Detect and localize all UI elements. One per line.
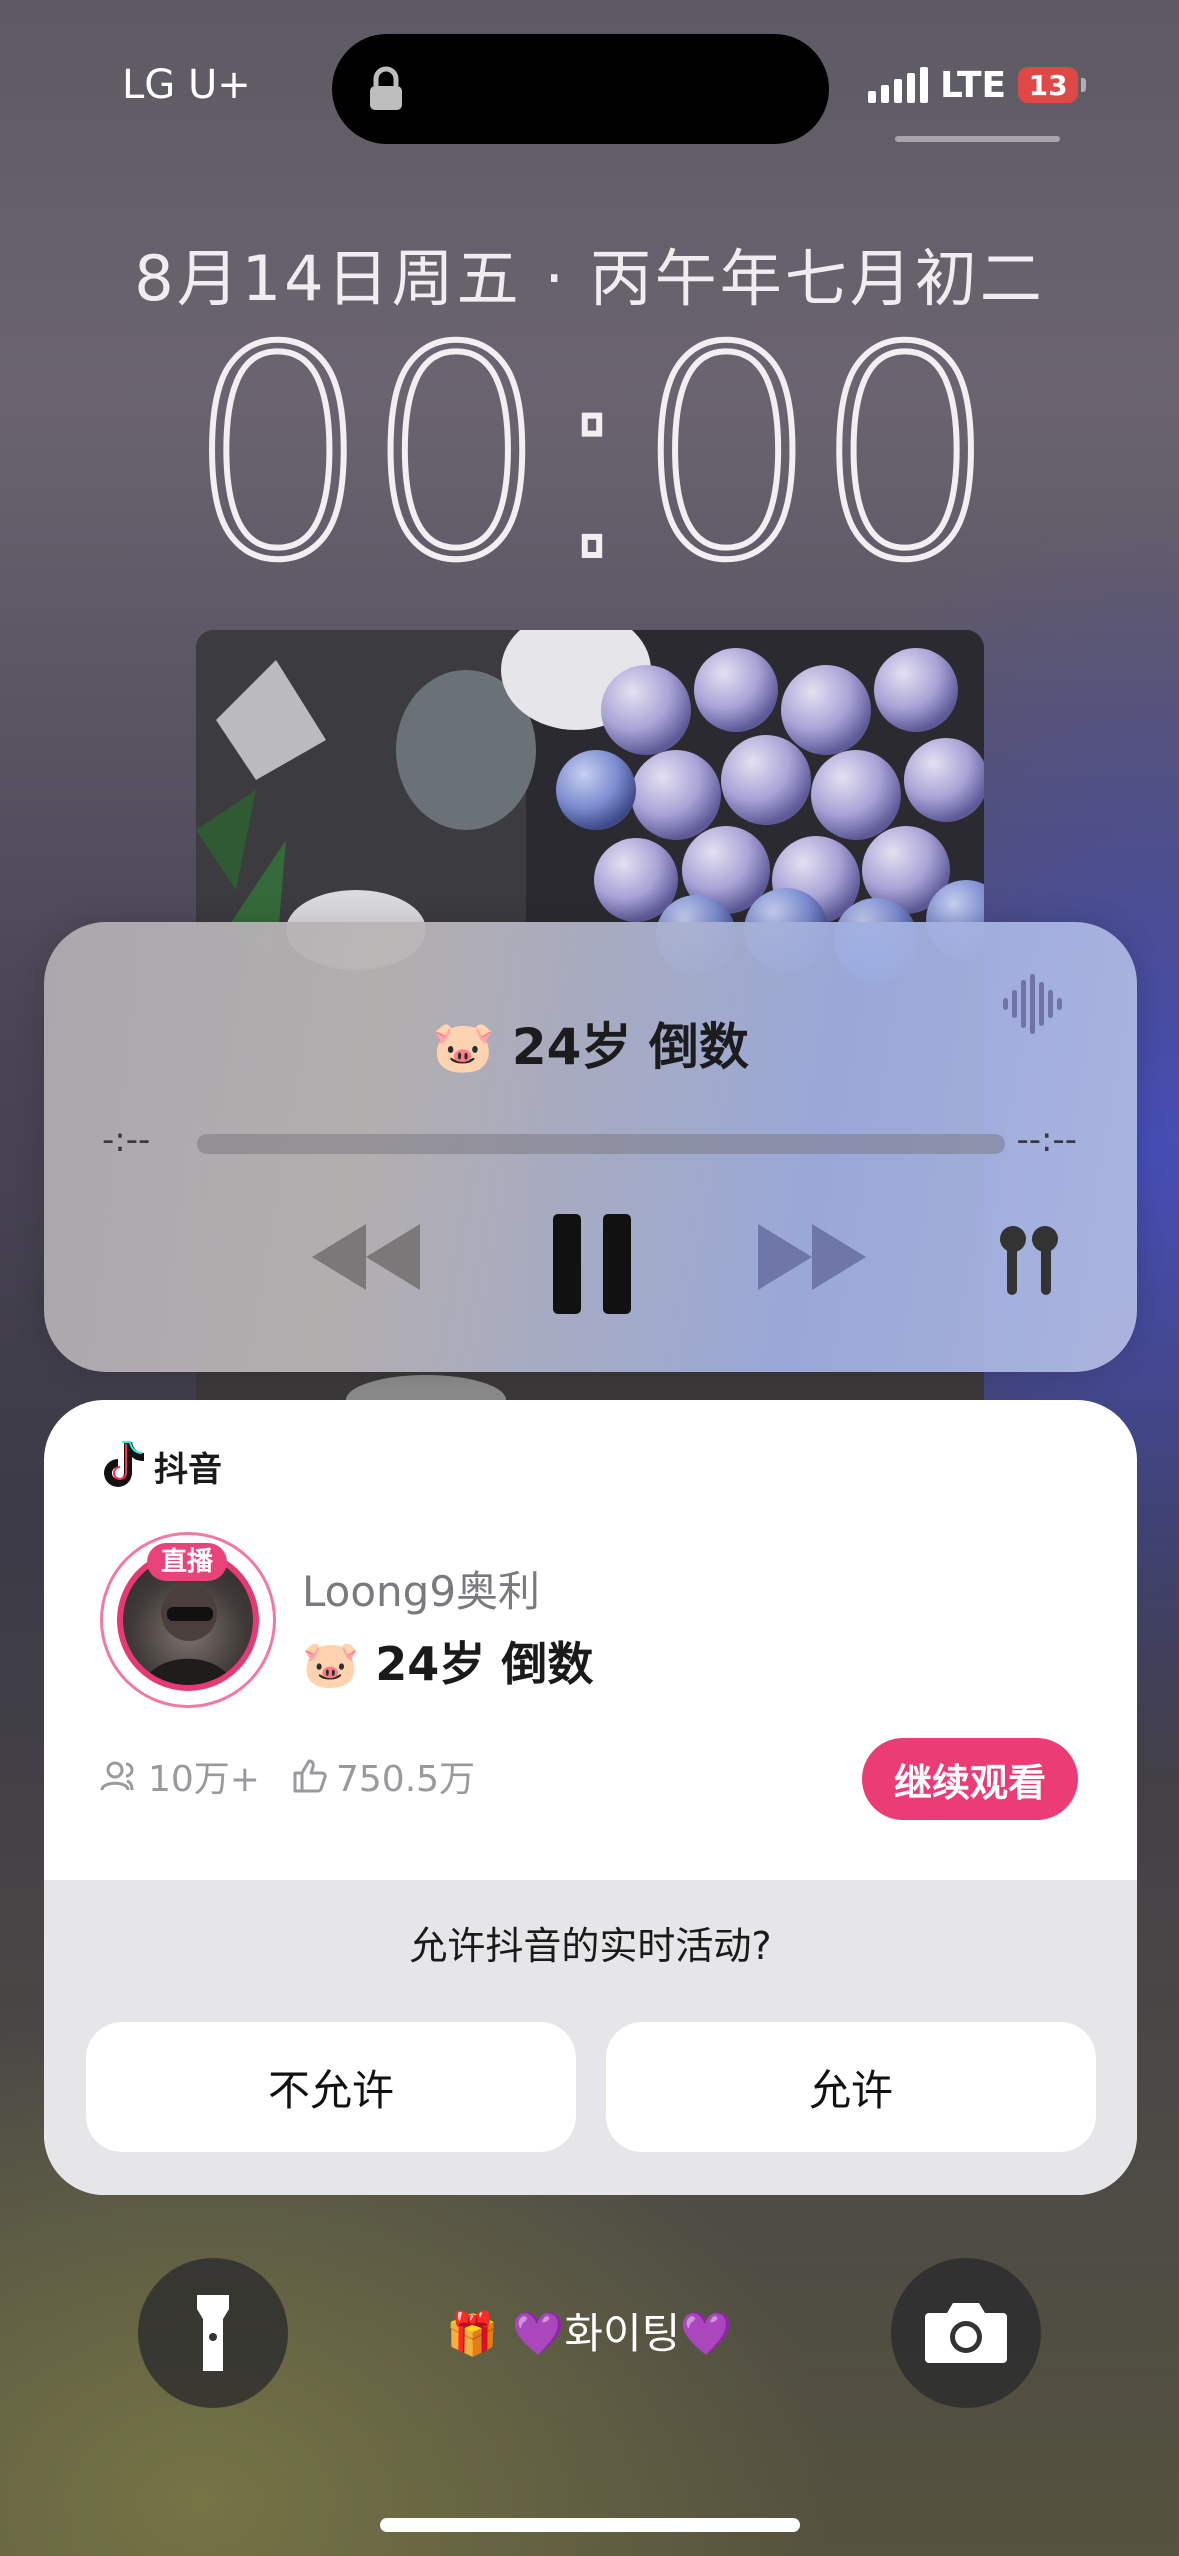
permission-prompt: 允许抖音的实时活动? xyxy=(409,1924,772,1968)
live-activity-card: 抖音 直播 Loong9奥利 🐷 24岁 倒数 10万+ 750.5万 继续观看… xyxy=(44,1400,1137,2195)
rewind-icon xyxy=(312,1224,420,1290)
lock-icon xyxy=(370,66,402,110)
lock-date: 8月14日周五 · 丙午年七月初二 xyxy=(134,242,1045,315)
signal-icon xyxy=(868,67,928,103)
camera-icon xyxy=(925,2303,1007,2363)
airplay-button[interactable] xyxy=(994,1224,1064,1304)
allow-button[interactable]: 允许 xyxy=(606,2022,1096,2152)
viewers-icon xyxy=(100,1761,134,1791)
continue-watching-button[interactable]: 继续观看 xyxy=(862,1738,1078,1820)
airpods-icon xyxy=(1000,1226,1058,1295)
streamer-name: Loong9奥利 xyxy=(302,1567,541,1616)
clock-text: 00:00 xyxy=(186,330,992,590)
app-name: 抖音 xyxy=(154,1450,222,1490)
remaining-time: --:-- xyxy=(1016,1120,1077,1160)
viewers-count: 10万+ xyxy=(148,1759,260,1800)
progress-track[interactable] xyxy=(197,1134,1005,1154)
likes-count: 750.5万 xyxy=(336,1759,476,1800)
network-label: LTE xyxy=(940,64,1007,106)
live-badge: 直播 xyxy=(147,1543,227,1581)
likes-stat: 750.5万 xyxy=(292,1750,475,1802)
carrier-label: LG U+ xyxy=(122,62,251,108)
pause-icon xyxy=(553,1214,631,1314)
forward-icon xyxy=(758,1224,866,1290)
lock-clock: 00:00 xyxy=(183,330,1001,590)
status-indicators: LTE 13 xyxy=(868,60,1087,110)
streamer-avatar[interactable]: 直播 xyxy=(100,1532,276,1708)
battery-level: 13 xyxy=(1028,68,1068,102)
deny-button[interactable]: 不允许 xyxy=(86,2022,576,2152)
forward-button[interactable] xyxy=(758,1222,868,1292)
pause-button[interactable] xyxy=(552,1214,632,1314)
camera-button[interactable] xyxy=(891,2258,1041,2408)
tiktok-icon xyxy=(104,1441,144,1487)
status-underline xyxy=(895,136,1060,142)
track-title: 🐷 24岁 倒数 xyxy=(432,1018,749,1076)
battery-icon: 13 xyxy=(1018,67,1087,103)
elapsed-time: -:-- xyxy=(102,1120,151,1160)
likes-icon xyxy=(293,1759,327,1793)
home-indicator[interactable] xyxy=(380,2518,800,2532)
viewers-stat: 10万+ xyxy=(100,1750,260,1802)
rewind-button[interactable] xyxy=(312,1222,422,1292)
now-playing-widget: 🐷 24岁 倒数 -:-- --:-- xyxy=(44,922,1137,1372)
dynamic-island xyxy=(332,34,829,144)
stream-title: 🐷 24岁 倒数 xyxy=(302,1637,594,1691)
